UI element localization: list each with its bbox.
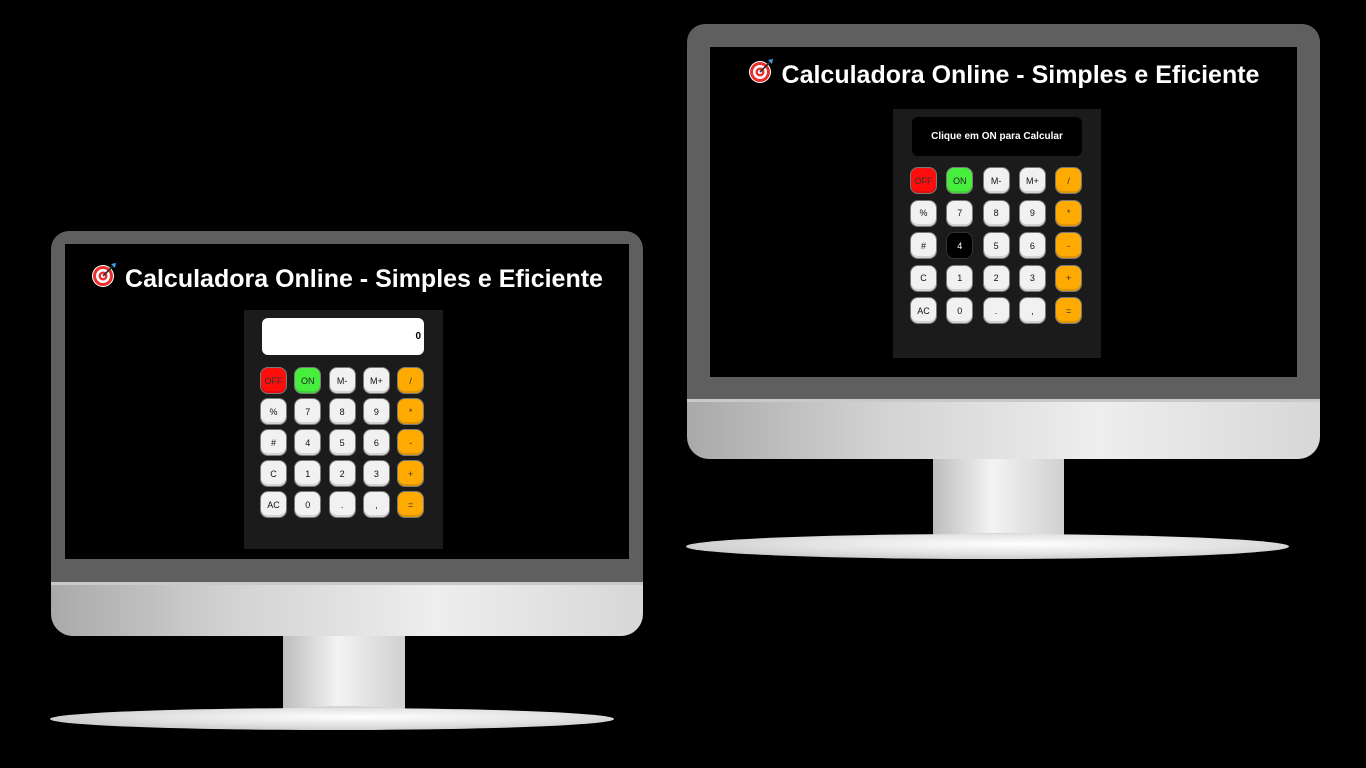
key-off-button[interactable]: OFF <box>260 367 287 394</box>
key-m-minus-button[interactable]: M- <box>982 167 1010 194</box>
key-off-button[interactable]: OFF <box>910 167 937 194</box>
key-0-button[interactable]: 0 <box>294 491 322 518</box>
key-2-button[interactable]: 2 <box>328 460 356 487</box>
key-dot-button[interactable]: . <box>328 491 356 518</box>
key-0-button[interactable]: 0 <box>946 297 974 324</box>
key-multiply-button[interactable]: * <box>397 398 425 425</box>
key-dot-button[interactable]: . <box>982 297 1010 324</box>
monitor-screen: Calculadora Online - Simples e Eficiente… <box>710 47 1297 377</box>
display-value: 0 <box>415 330 421 342</box>
key-m-plus-button[interactable]: M+ <box>362 367 390 394</box>
key-2-button[interactable]: 2 <box>982 264 1010 292</box>
key-equals-button[interactable]: = <box>397 491 425 518</box>
app-title-text: Calculadora Online - Simples e Eficiente <box>781 61 1260 90</box>
key-equals-button[interactable]: = <box>1055 297 1083 324</box>
key-minus-button[interactable]: - <box>397 429 425 456</box>
key-percent-button[interactable]: % <box>910 199 937 227</box>
app-title: Calculadora Online - Simples e Eficiente <box>710 58 1297 93</box>
key-8-button[interactable]: 8 <box>982 199 1010 227</box>
monitor-neck <box>269 636 419 718</box>
monitor-screen: Calculadora Online - Simples e Eficiente… <box>65 244 629 559</box>
target-icon <box>91 262 117 295</box>
monitor-chin <box>687 399 1320 459</box>
key-hash-button[interactable]: # <box>910 232 937 259</box>
key-1-button[interactable]: 1 <box>946 264 974 292</box>
key-3-button[interactable]: 3 <box>362 460 390 487</box>
key-c-button[interactable]: C <box>260 460 287 487</box>
display-value: Clique em ON para Calcular <box>931 130 1063 142</box>
app-title: Calculadora Online - Simples e Eficiente <box>65 262 629 297</box>
key-plus-button[interactable]: + <box>397 460 425 487</box>
key-c-button[interactable]: C <box>910 264 937 292</box>
monitor-base <box>50 708 614 730</box>
key-comma-button[interactable]: , <box>362 491 390 518</box>
calculator: Clique em ON para Calcular OFF ON M- M+ /% 7 8… <box>893 109 1101 358</box>
key-4-button[interactable]: 4 <box>946 232 974 259</box>
key-3-button[interactable]: 3 <box>1018 264 1046 292</box>
app-title-text: Calculadora Online - Simples e Eficiente <box>125 265 603 294</box>
calculator: 0 OFF ON M- M+ /% 7 8 9 * #4 5 6- C 1 2 3 + AC 0., = <box>244 310 443 549</box>
key-divide-button[interactable]: / <box>397 367 425 394</box>
key-percent-button[interactable]: % <box>260 398 287 425</box>
key-5-button[interactable]: 5 <box>328 429 356 456</box>
key-9-button[interactable]: 9 <box>1018 199 1046 227</box>
key-1-button[interactable]: 1 <box>294 460 322 487</box>
key-hash-button[interactable]: # <box>260 429 287 456</box>
calculator-display: Clique em ON para Calcular <box>912 117 1082 156</box>
target-icon <box>748 58 774 91</box>
monitor-chin <box>51 582 643 636</box>
key-ac-button[interactable]: AC <box>260 491 287 518</box>
monitor-neck <box>919 459 1078 545</box>
key-m-minus-button[interactable]: M- <box>328 367 356 394</box>
key-multiply-button[interactable]: * <box>1055 199 1083 227</box>
key-7-button[interactable]: 7 <box>946 199 974 227</box>
monitor-base <box>686 534 1289 559</box>
key-minus-button[interactable]: - <box>1055 232 1083 259</box>
key-m-plus-button[interactable]: M+ <box>1018 167 1046 194</box>
key-5-button[interactable]: 5 <box>982 232 1010 259</box>
key-8-button[interactable]: 8 <box>328 398 356 425</box>
key-6-button[interactable]: 6 <box>362 429 390 456</box>
key-6-button[interactable]: 6 <box>1018 232 1046 259</box>
key-on-button[interactable]: ON <box>294 367 322 394</box>
calculator-display: 0 <box>262 318 424 355</box>
key-4-button[interactable]: 4 <box>294 429 322 456</box>
key-comma-button[interactable]: , <box>1018 297 1046 324</box>
key-divide-button[interactable]: / <box>1055 167 1083 194</box>
key-7-button[interactable]: 7 <box>294 398 322 425</box>
key-ac-button[interactable]: AC <box>910 297 937 324</box>
key-plus-button[interactable]: + <box>1055 264 1083 292</box>
key-on-button[interactable]: ON <box>946 167 974 194</box>
key-9-button[interactable]: 9 <box>362 398 390 425</box>
